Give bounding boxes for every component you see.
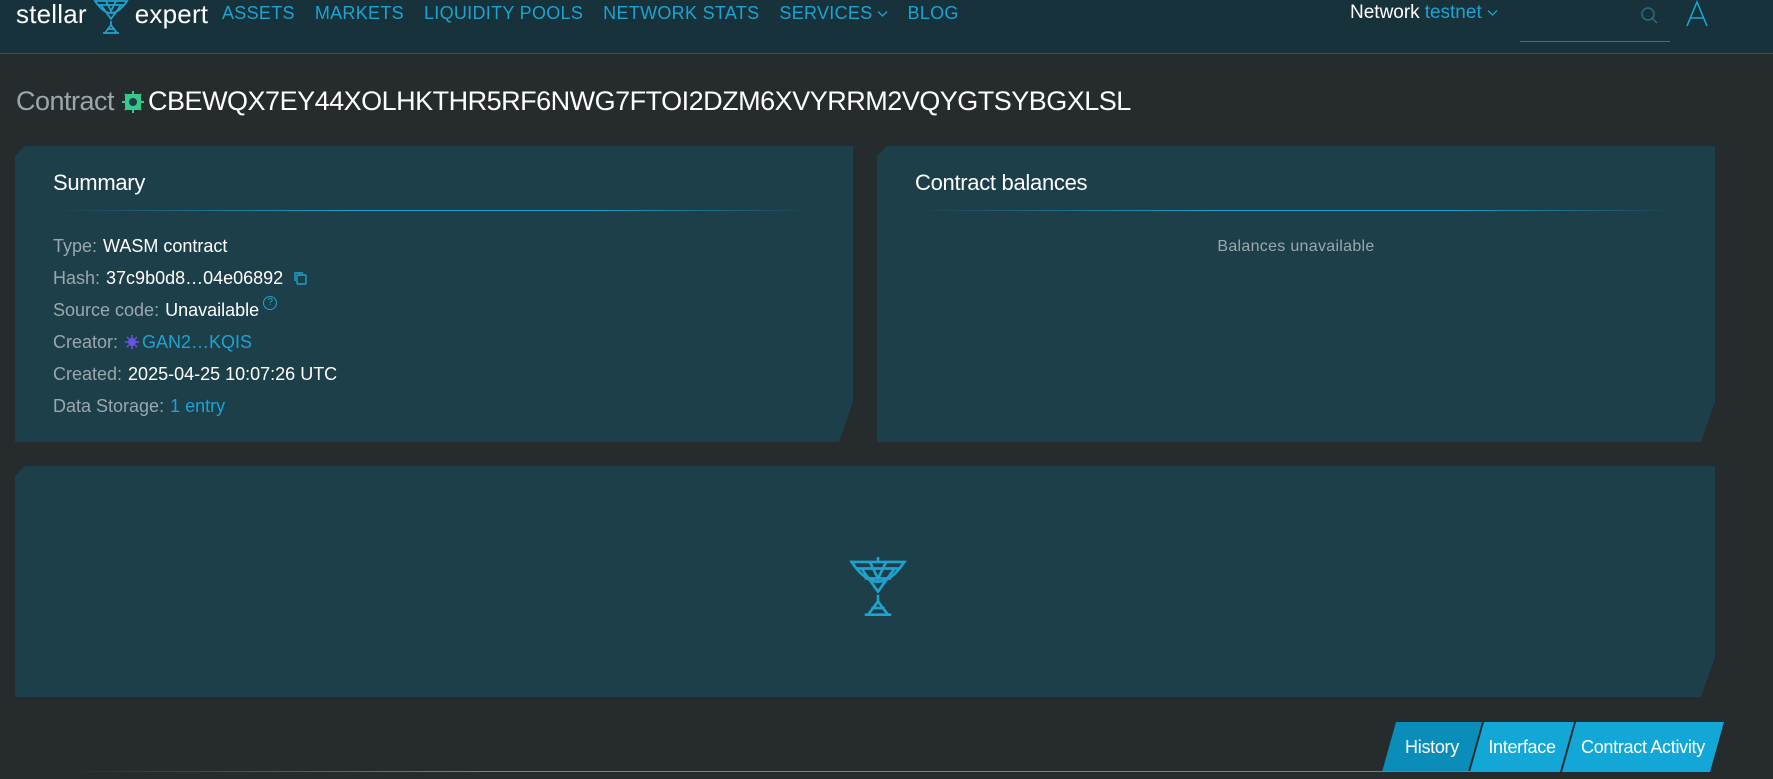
creator-account-link[interactable]: GAN2…KQIS [142, 326, 252, 358]
satellite-dish-icon [93, 0, 129, 34]
creator-row: Creator: GAN2…KQIS [53, 326, 337, 358]
main-nav: ASSETS MARKETS LIQUIDITY POOLS NETWORK S… [222, 3, 959, 24]
hash-row: Hash: 37c9b0d8…04e06892 [53, 262, 337, 294]
nav-markets-label: MARKETS [314, 3, 404, 23]
contract-id: CBEWQX7EY44XOLHKTHR5RF6NWG7FTOI2DZM6XVYR… [148, 86, 1131, 116]
hash-label: Hash: [53, 268, 101, 288]
tabs-divider [60, 771, 1480, 772]
logo-text-left: stellar [16, 0, 87, 29]
source-code-row: Source code: Unavailable ? [53, 294, 337, 326]
source-code-value: Unavailable [165, 300, 260, 320]
tab-history-label: History [1405, 736, 1459, 757]
nav-blog[interactable]: BLOG [908, 3, 959, 24]
tab-history[interactable]: History [1382, 722, 1482, 772]
type-label: Type: [53, 236, 98, 256]
tab-contract-activity[interactable]: Contract Activity [1562, 722, 1724, 772]
copy-icon[interactable] [293, 271, 307, 285]
search-input[interactable] [1520, 0, 1670, 42]
nav-liquidity-pools-label: LIQUIDITY POOLS [423, 3, 584, 23]
top-navigation-bar: stellar expert ASSETS MARKETS LIQUIDITY … [0, 0, 1773, 54]
nav-network-stats-label: NETWORK STATS [603, 3, 760, 23]
logo-text-right: expert [134, 0, 209, 29]
chevron-down-icon [1487, 10, 1498, 16]
balances-divider [915, 210, 1675, 211]
nav-services[interactable]: SERVICES [779, 3, 887, 24]
page-kind: Contract [16, 86, 115, 116]
summary-title: Summary [53, 170, 146, 195]
chevron-down-icon [877, 10, 887, 17]
search-icon[interactable] [1640, 6, 1660, 26]
creator-label: Creator: [53, 332, 119, 352]
created-row: Created: 2025-04-25 10:07:26 UTC [53, 358, 337, 390]
nav-assets-label: ASSETS [222, 3, 295, 23]
network-value[interactable]: testnet [1425, 2, 1482, 24]
stellar-expert-logo[interactable]: stellar expert [16, 0, 208, 34]
help-icon[interactable]: ? [263, 296, 277, 310]
data-storage-row: Data Storage: 1 entry [53, 390, 337, 422]
tab-interface[interactable]: Interface [1470, 722, 1574, 772]
satellite-dish-icon [845, 552, 911, 618]
hash-value: 37c9b0d8…04e06892 [106, 268, 284, 288]
content-panel [15, 466, 1715, 697]
nav-markets[interactable]: MARKETS [315, 3, 404, 24]
contract-balances-card: Contract balances Balances unavailable [877, 146, 1715, 442]
contract-chip-icon [122, 90, 145, 113]
summary-divider [53, 210, 813, 211]
data-storage-label: Data Storage: [53, 396, 165, 416]
profile-icon[interactable] [1683, 0, 1711, 28]
balances-message: Balances unavailable [1217, 238, 1375, 255]
nav-network-stats[interactable]: NETWORK STATS [603, 3, 759, 24]
tab-interface-label: Interface [1488, 736, 1556, 757]
page-title: Contract CBEWQX7EY44XOLHKTHR5RF6NWG7FTOI… [16, 86, 1131, 117]
network-label: Network [1350, 2, 1420, 23]
type-row: Type: WASM contract [53, 230, 337, 262]
balances-title: Contract balances [915, 170, 1088, 195]
summary-list: Type: WASM contract Hash: 37c9b0d8…04e06… [53, 230, 337, 422]
type-value: WASM contract [103, 236, 228, 256]
tab-contract-activity-label: Contract Activity [1581, 736, 1705, 757]
created-label: Created: [53, 364, 123, 384]
summary-card: Summary Type: WASM contract Hash: 37c9b0… [15, 146, 853, 442]
nav-services-label: SERVICES [779, 3, 873, 23]
nav-liquidity-pools[interactable]: LIQUIDITY POOLS [424, 3, 583, 24]
created-value: 2025-04-25 10:07:26 UTC [128, 364, 338, 384]
source-code-label: Source code: [53, 300, 160, 320]
network-selector[interactable]: Network testnet [1350, 2, 1498, 24]
data-storage-link[interactable]: 1 entry [170, 390, 225, 422]
account-avatar-icon [124, 334, 140, 350]
nav-blog-label: BLOG [907, 3, 959, 23]
nav-assets[interactable]: ASSETS [222, 3, 295, 24]
